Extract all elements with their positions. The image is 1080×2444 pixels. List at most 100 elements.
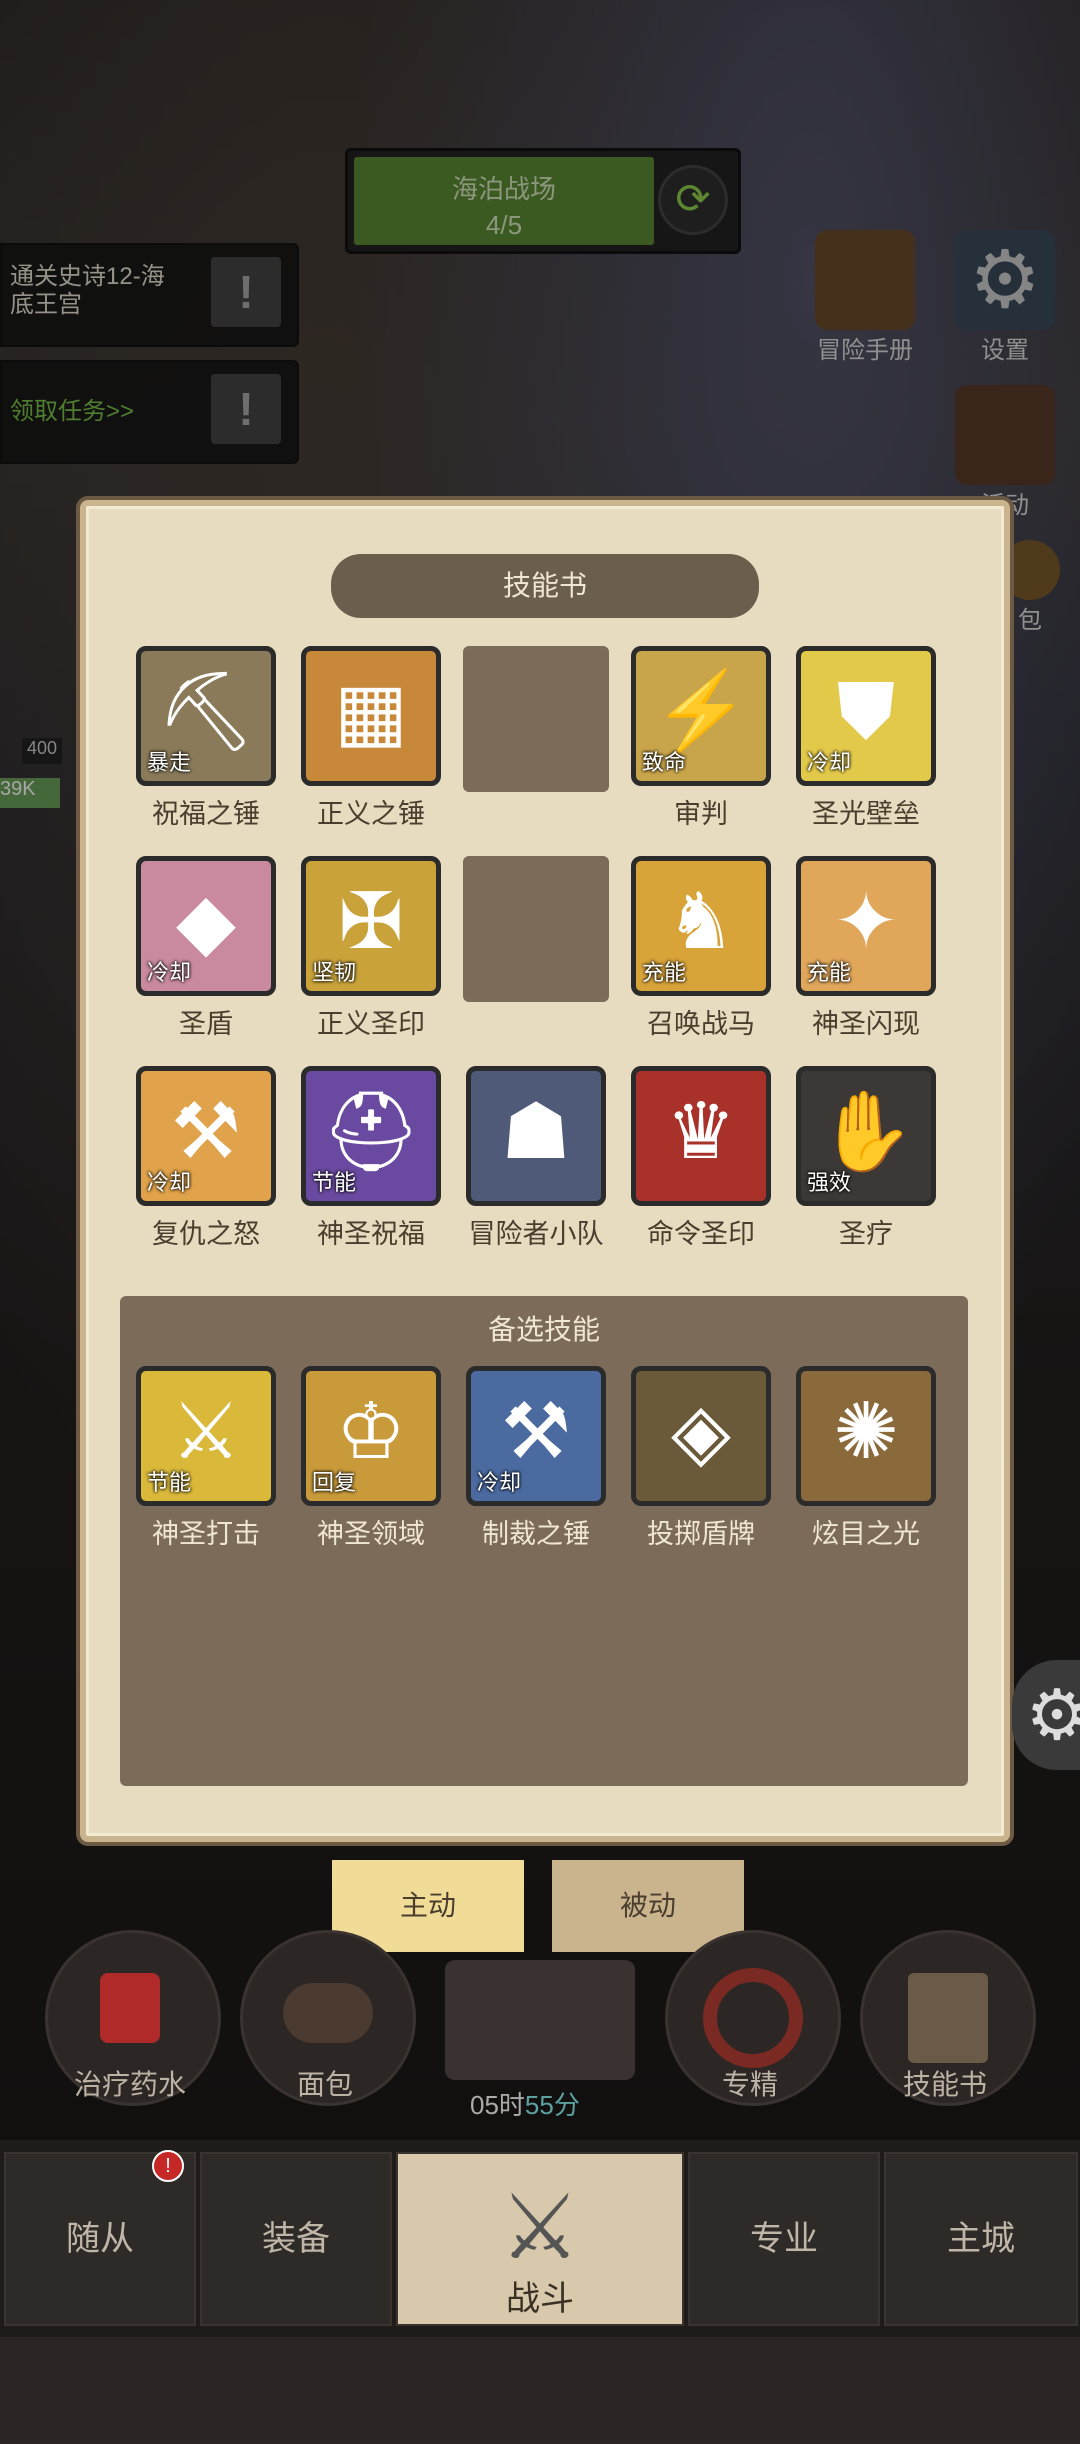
nav-followers-label: 随从	[66, 2220, 134, 2258]
skill-icon: ⛊ 冷却	[796, 646, 936, 786]
skill-icon: ♔ 回复	[301, 1366, 441, 1506]
skill-name: 制裁之锤	[482, 1519, 590, 1549]
skill-symbol-icon: ✺	[833, 1387, 899, 1475]
skill-tag: 节能	[312, 1170, 357, 1195]
skill-tag: 冷却	[477, 1470, 522, 1495]
skill-tag: 坚韧	[312, 960, 357, 985]
skill-tag: 冷却	[147, 1170, 192, 1195]
skill-name: 圣疗	[839, 1219, 893, 1249]
skillbook-label: 技能书	[902, 2069, 987, 2100]
skill-slot[interactable]: ◈ 投掷盾牌	[626, 1366, 776, 1551]
gear-icon[interactable]: ⚙	[1012, 1660, 1080, 1770]
empty-skill-slot[interactable]	[463, 856, 609, 1002]
skill-slot[interactable]: ⚡ 致命审判	[626, 646, 776, 831]
skill-icon: ✺	[796, 1366, 936, 1506]
treasure-chest-icon[interactable]	[445, 1960, 635, 2080]
skill-icon: ✦ 充能	[796, 856, 936, 996]
notification-badge: !	[152, 2150, 184, 2182]
skill-name: 祝福之锤	[152, 799, 260, 829]
skill-icon: ⚔ 节能	[136, 1366, 276, 1506]
bread-icon	[283, 1983, 373, 2043]
skill-tag: 暴走	[147, 750, 192, 775]
skill-icon: ☗	[466, 1066, 606, 1206]
skill-icon: ✋ 强效	[796, 1066, 936, 1206]
crossed-swords-icon: ⚔	[499, 2178, 581, 2278]
skill-slot[interactable]: ♔ 回复神圣领域	[296, 1366, 446, 1551]
skill-tag: 充能	[807, 960, 852, 985]
skill-symbol-icon: ▦	[334, 667, 408, 755]
skill-book-panel: 技能书 ⛏ 暴走 祝福之锤 ▦ 正义之锤 ⚡ 致命 审判 ⛊ 冷却 圣光壁垒 ◆ 冷却 圣盾 ✠ 坚韧 正义圣印…	[80, 500, 1010, 1842]
skill-slot[interactable]: ⛏ 暴走 祝福之锤	[131, 646, 281, 831]
nav-profession[interactable]: 专业	[688, 2152, 880, 2326]
skill-name: 炫目之光	[812, 1519, 920, 1549]
skill-tag: 致命	[642, 750, 687, 775]
skill-symbol-icon: ◈	[671, 1387, 731, 1475]
skill-name: 圣盾	[179, 1009, 233, 1039]
nav-profession-label: 专业	[750, 2220, 818, 2258]
skill-slot[interactable]: ⛊ 冷却圣光壁垒	[791, 646, 941, 831]
skill-name: 神圣打击	[152, 1519, 260, 1549]
potion-icon	[100, 1973, 160, 2043]
skill-name: 正义圣印	[317, 1009, 425, 1039]
skill-tag: 冷却	[147, 960, 192, 985]
nav-battle-label: 战斗	[506, 2280, 574, 2318]
skill-icon: ⚡ 致命	[631, 646, 771, 786]
skill-slot[interactable]: ✺ 炫目之光	[791, 1366, 941, 1551]
skill-slot[interactable]: ⚒ 冷却制裁之锤	[461, 1366, 611, 1551]
skill-slot[interactable]: ⚔ 节能神圣打击	[131, 1366, 281, 1551]
empty-skill-slot[interactable]	[463, 646, 609, 792]
skill-tag: 强效	[807, 1170, 852, 1195]
nav-followers[interactable]: 随从 !	[4, 2150, 196, 2326]
skill-slot[interactable]: ▦ 正义之锤	[296, 646, 446, 831]
alternate-skills-box: 备选技能 ⚔ 节能 神圣打击 ♔ 回复 神圣领域 ⚒ 冷却 制裁之锤 ◈ 投掷盾牌 ✺ 炫目之光	[120, 1296, 968, 1786]
skill-icon: ♞ 充能	[631, 856, 771, 996]
timer-minutes: 55分	[524, 2090, 580, 2120]
nav-main-city[interactable]: 主城	[884, 2152, 1078, 2326]
nav-equipment[interactable]: 装备	[200, 2152, 392, 2326]
skill-icon: ◆ 冷却	[136, 856, 276, 996]
skill-icon: ♛	[631, 1066, 771, 1206]
timer-hours: 05时	[470, 2090, 525, 2120]
skill-name: 命令圣印	[647, 1219, 755, 1249]
skill-name: 圣光壁垒	[812, 799, 920, 829]
skill-tag: 冷却	[807, 750, 852, 775]
alternate-skills-title: 备选技能	[487, 1314, 600, 1345]
nav-equipment-label: 装备	[262, 2220, 330, 2258]
skill-icon: ⚒ 冷却	[466, 1366, 606, 1506]
skill-name: 冒险者小队	[468, 1219, 604, 1249]
skill-icon: ✠ 坚韧	[301, 856, 441, 996]
chest-timer: 05时55分	[470, 2085, 580, 2122]
skill-slot[interactable]: ◆ 冷却圣盾	[131, 856, 281, 1041]
skill-symbol-icon: ♛	[666, 1087, 736, 1175]
skill-name: 正义之锤	[317, 799, 425, 829]
specialization-label: 专精	[721, 2069, 778, 2100]
skill-name: 召唤战马	[647, 1009, 755, 1039]
bread-label: 面包	[296, 2069, 353, 2100]
skill-name: 复仇之怒	[152, 1219, 260, 1249]
skill-name: 审判	[674, 799, 728, 829]
skill-slot[interactable]: ♞ 充能召唤战马	[626, 856, 776, 1041]
skill-tag: 回复	[312, 1470, 357, 1495]
nav-main-city-label: 主城	[947, 2220, 1015, 2258]
skill-slot[interactable]: ✋ 强效圣疗	[791, 1066, 941, 1251]
skill-name: 神圣祝福	[317, 1219, 425, 1249]
skill-icon: ⛑ 节能	[301, 1066, 441, 1206]
skill-slot[interactable]: ✠ 坚韧正义圣印	[296, 856, 446, 1041]
skill-name: 神圣领域	[317, 1519, 425, 1549]
skill-slot[interactable]: ☗ 冒险者小队	[461, 1066, 611, 1251]
book-icon	[908, 1973, 988, 2063]
spec-icon	[703, 1968, 803, 2068]
skill-slot[interactable]: ⚒ 冷却复仇之怒	[131, 1066, 281, 1251]
nav-battle[interactable]: ⚔ 战斗	[396, 2152, 684, 2326]
skill-name: 神圣闪现	[812, 1009, 920, 1039]
potion-label: 治疗药水	[73, 2069, 186, 2100]
skill-tag: 节能	[147, 1470, 192, 1495]
bottom-nav: 随从 ! 装备 ⚔ 战斗 专业 主城	[0, 2140, 1080, 2337]
skill-icon: ▦	[301, 646, 441, 786]
skill-slot[interactable]: ⛑ 节能神圣祝福	[296, 1066, 446, 1251]
skill-slot[interactable]: ✦ 充能神圣闪现	[791, 856, 941, 1041]
panel-title: 技能书	[331, 554, 759, 618]
skill-name: 投掷盾牌	[647, 1519, 755, 1549]
skill-slot[interactable]: ♛ 命令圣印	[626, 1066, 776, 1251]
skill-icon: ⚒ 冷却	[136, 1066, 276, 1206]
